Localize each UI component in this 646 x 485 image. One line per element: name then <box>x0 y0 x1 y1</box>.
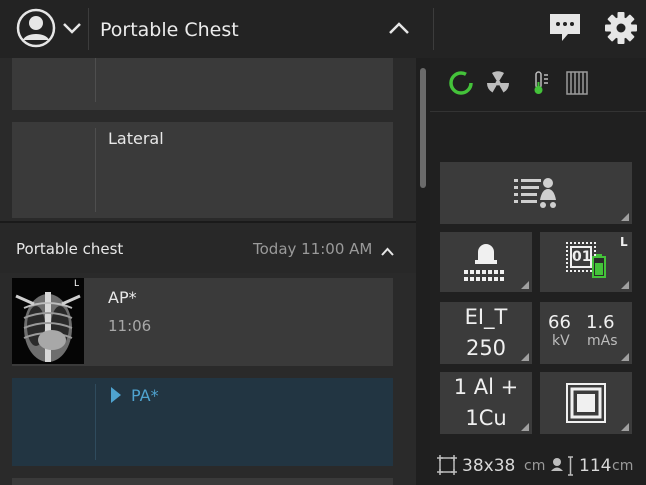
geometry-readout: 38x38 cm 114 cm <box>430 448 646 485</box>
exam-list-panel: Lateral Portable chest Today 11:00 AM L … <box>0 58 416 485</box>
chevron-up-icon[interactable] <box>380 242 395 256</box>
page-title: Portable Chest <box>100 19 239 41</box>
gear-icon[interactable] <box>604 11 638 45</box>
detector-number: 01 <box>570 246 592 268</box>
ei-label: EI_T <box>464 305 508 329</box>
card-divider <box>95 58 96 102</box>
detector-tile[interactable]: L 01 <box>540 232 632 292</box>
card-divider <box>95 384 96 460</box>
exam-group-header[interactable]: Portable chest Today 11:00 AM <box>0 223 416 273</box>
filter-tile[interactable]: 1 Al + 1Cu <box>440 372 532 434</box>
technique-tile[interactable] <box>440 232 532 292</box>
radiation-icon <box>485 70 511 100</box>
procedure-tile[interactable] <box>440 162 632 224</box>
view-label: PA* <box>131 386 159 405</box>
ei-value: 250 <box>465 336 507 360</box>
thermometer-icon <box>533 70 551 100</box>
acquisition-panel: L 01 EI_T 250 66 kV 1.6 mAs 1 Al + 1Cu 3… <box>430 58 646 485</box>
tile-corner <box>521 281 529 289</box>
progress-ring-icon <box>448 70 474 100</box>
chevron-up-icon[interactable] <box>387 20 411 36</box>
field-size-value: 38x38 <box>462 456 516 476</box>
collimator-icon <box>566 383 606 427</box>
exam-card-ap[interactable]: L AP* 11:06 <box>12 278 393 366</box>
view-label: AP* <box>108 288 137 307</box>
group-time: Today 11:00 AM <box>253 240 373 258</box>
chevron-down-icon[interactable] <box>62 20 82 34</box>
tile-corner <box>621 213 629 221</box>
kv-value: 66 <box>548 312 571 333</box>
tile-corner <box>521 423 529 431</box>
exam-card[interactable] <box>12 58 393 110</box>
tile-corner <box>521 353 529 361</box>
filter-line1: 1 Al + <box>453 375 519 399</box>
tile-corner <box>621 281 629 289</box>
scrollbar[interactable] <box>416 58 430 485</box>
mas-unit: mAs <box>587 333 618 349</box>
view-label: Lateral <box>108 129 164 148</box>
battery-icon <box>592 254 606 278</box>
tile-corner <box>621 353 629 361</box>
detector-grid-icon <box>566 71 588 99</box>
scroll-thumb[interactable] <box>420 68 426 188</box>
system-status-row <box>430 58 646 112</box>
kv-unit: kV <box>552 333 570 349</box>
sid-icon <box>550 455 574 481</box>
field-size-icon <box>436 454 458 480</box>
top-bar: Portable Chest <box>0 0 646 58</box>
pediatric-list-icon <box>512 176 562 214</box>
group-title: Portable chest <box>16 240 124 258</box>
field-size-unit: cm <box>524 458 546 474</box>
exposure-index-tile[interactable]: EI_T 250 <box>440 302 532 364</box>
mas-value: 1.6 <box>586 312 615 333</box>
exam-card[interactable] <box>12 478 393 485</box>
divider <box>88 8 89 50</box>
collimation-tile[interactable] <box>540 372 632 434</box>
exam-card-lateral[interactable]: Lateral <box>12 122 393 218</box>
tile-corner <box>621 423 629 431</box>
sid-unit: cm <box>612 458 634 474</box>
divider <box>433 8 434 50</box>
exam-card-pa-active[interactable]: PA* <box>12 378 393 466</box>
play-icon <box>110 386 122 404</box>
sid-value: 114 <box>579 456 612 476</box>
detector-side-badge: L <box>620 235 628 249</box>
chest-position-icon <box>462 240 510 288</box>
kv-mas-tile[interactable]: 66 kV 1.6 mAs <box>540 302 632 364</box>
chat-icon[interactable] <box>548 12 582 44</box>
filter-line2: 1Cu <box>465 406 507 430</box>
view-time: 11:06 <box>108 317 152 335</box>
card-divider <box>95 128 96 212</box>
user-avatar-icon[interactable] <box>16 8 56 48</box>
side-marker: L <box>74 279 80 289</box>
xray-thumbnail: L <box>12 278 84 364</box>
